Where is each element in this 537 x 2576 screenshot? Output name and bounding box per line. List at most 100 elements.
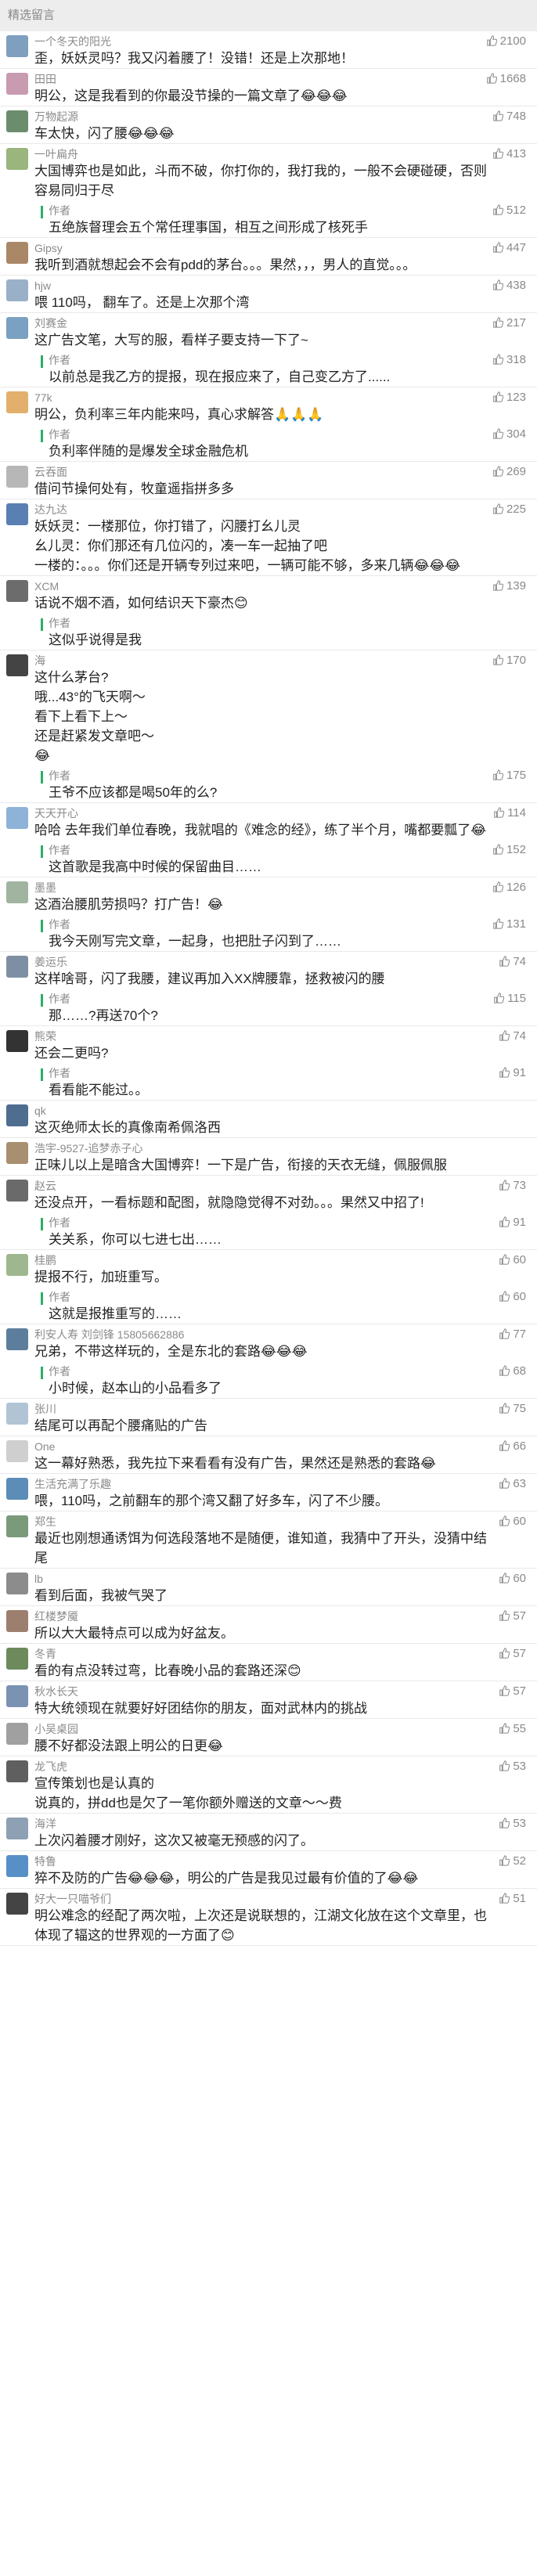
avatar[interactable] <box>6 1573 28 1594</box>
reply-like-button[interactable]: 175 <box>492 769 526 783</box>
avatar[interactable] <box>6 503 28 525</box>
avatar[interactable] <box>6 279 28 301</box>
avatar[interactable] <box>6 1030 28 1052</box>
like-button[interactable]: 57 <box>499 1647 526 1661</box>
avatar[interactable] <box>6 1254 28 1276</box>
comment-author[interactable]: 姜运乐 <box>34 952 523 969</box>
avatar[interactable] <box>6 1685 28 1707</box>
comment-author[interactable]: 一个冬天的阳光 <box>34 31 523 49</box>
avatar[interactable] <box>6 1328 28 1350</box>
comment-author[interactable]: 赵云 <box>34 1176 523 1193</box>
like-button[interactable]: 52 <box>499 1854 526 1868</box>
avatar[interactable] <box>6 35 28 57</box>
reply-like-button[interactable]: 304 <box>492 427 526 441</box>
avatar[interactable] <box>6 1610 28 1632</box>
avatar[interactable] <box>6 391 28 413</box>
comment-author[interactable]: 浩宇-9527-追梦赤子心 <box>34 1138 523 1155</box>
avatar[interactable] <box>6 1648 28 1670</box>
comment-author[interactable]: 张川 <box>34 1399 523 1416</box>
comment-author[interactable]: lb <box>34 1569 523 1586</box>
avatar[interactable] <box>6 110 28 132</box>
comment-author[interactable]: 天天开心 <box>34 803 523 820</box>
comment-author[interactable]: 万物起源 <box>34 106 523 124</box>
like-button[interactable]: 73 <box>499 1179 526 1193</box>
like-button[interactable]: 74 <box>499 1029 526 1043</box>
avatar[interactable] <box>6 1818 28 1839</box>
like-button[interactable]: 217 <box>492 316 526 330</box>
like-button[interactable]: 55 <box>499 1722 526 1736</box>
like-button[interactable]: 53 <box>499 1760 526 1774</box>
avatar[interactable] <box>6 956 28 978</box>
like-button[interactable]: 77 <box>499 1328 526 1342</box>
avatar[interactable] <box>6 1180 28 1202</box>
avatar[interactable] <box>6 654 28 676</box>
comment-author[interactable]: 墨墨 <box>34 877 523 895</box>
avatar[interactable] <box>6 73 28 95</box>
like-button[interactable]: 438 <box>492 279 526 293</box>
comment-author[interactable]: 冬青 <box>34 1644 523 1661</box>
comment-author[interactable]: 利安人寿 刘剑锋 15805662886 <box>34 1324 523 1342</box>
avatar[interactable] <box>6 466 28 488</box>
comment-author[interactable]: 红楼梦魇 <box>34 1606 523 1623</box>
comment-author[interactable]: 77k <box>34 387 523 405</box>
avatar[interactable] <box>6 1142 28 1164</box>
avatar[interactable] <box>6 1440 28 1462</box>
comment-author[interactable]: 生活充满了乐趣 <box>34 1474 523 1491</box>
like-button[interactable]: 114 <box>493 806 526 820</box>
like-button[interactable]: 139 <box>492 579 526 593</box>
like-button[interactable]: 53 <box>499 1817 526 1831</box>
reply-like-button[interactable]: 68 <box>499 1364 526 1378</box>
comment-author[interactable]: qk <box>34 1101 523 1118</box>
comment-author[interactable]: 熊荣 <box>34 1026 523 1043</box>
reply-like-button[interactable]: 512 <box>492 204 526 218</box>
reply-like-button[interactable]: 60 <box>499 1290 526 1304</box>
like-button[interactable]: 413 <box>492 147 526 161</box>
like-button[interactable]: 60 <box>499 1572 526 1586</box>
reply-like-button[interactable]: 91 <box>499 1216 526 1230</box>
comment-author[interactable]: 龙飞虎 <box>34 1756 523 1774</box>
like-button[interactable]: 51 <box>499 1892 526 1906</box>
comment-author[interactable]: 海 <box>34 650 523 668</box>
comment-author[interactable]: 特鲁 <box>34 1851 523 1868</box>
avatar[interactable] <box>6 1104 28 1126</box>
like-button[interactable]: 748 <box>492 110 526 124</box>
like-button[interactable]: 2100 <box>486 34 526 49</box>
avatar[interactable] <box>6 1855 28 1877</box>
comment-author[interactable]: 田田 <box>34 69 523 86</box>
comment-author[interactable]: One <box>34 1436 523 1454</box>
avatar[interactable] <box>6 1723 28 1745</box>
reply-like-button[interactable]: 152 <box>492 843 526 857</box>
like-button[interactable]: 269 <box>492 465 526 479</box>
comment-author[interactable]: 桂鹏 <box>34 1250 523 1267</box>
like-button[interactable]: 57 <box>499 1684 526 1699</box>
comment-author[interactable]: 秋水长天 <box>34 1681 523 1699</box>
comment-author[interactable]: 达九达 <box>34 499 523 517</box>
like-button[interactable]: 60 <box>499 1253 526 1267</box>
comment-author[interactable]: XCM <box>34 576 523 593</box>
like-button[interactable]: 170 <box>492 654 526 668</box>
comment-author[interactable]: 海洋 <box>34 1814 523 1831</box>
avatar[interactable] <box>6 242 28 264</box>
comment-author[interactable]: 云吞面 <box>34 462 523 479</box>
like-button[interactable]: 57 <box>499 1609 526 1623</box>
like-button[interactable]: 74 <box>499 955 526 969</box>
avatar[interactable] <box>6 148 28 170</box>
like-button[interactable]: 66 <box>499 1439 526 1454</box>
comment-author[interactable]: 好大一只喵爷们 <box>34 1889 523 1906</box>
reply-like-button[interactable]: 318 <box>492 353 526 367</box>
avatar[interactable] <box>6 580 28 602</box>
avatar[interactable] <box>6 1760 28 1782</box>
comment-author[interactable]: 小吴桌园 <box>34 1719 523 1736</box>
avatar[interactable] <box>6 317 28 339</box>
like-button[interactable]: 225 <box>492 503 526 517</box>
avatar[interactable] <box>6 1478 28 1500</box>
avatar[interactable] <box>6 807 28 829</box>
comment-author[interactable]: 刘赛金 <box>34 313 523 330</box>
comment-author[interactable]: 一叶扁舟 <box>34 144 523 161</box>
comment-author[interactable]: 郑生 <box>34 1511 523 1529</box>
reply-like-button[interactable]: 115 <box>493 992 526 1006</box>
like-button[interactable]: 126 <box>492 881 526 895</box>
avatar[interactable] <box>6 1515 28 1537</box>
comment-author[interactable]: hjw <box>34 276 523 293</box>
reply-like-button[interactable]: 131 <box>492 917 526 931</box>
